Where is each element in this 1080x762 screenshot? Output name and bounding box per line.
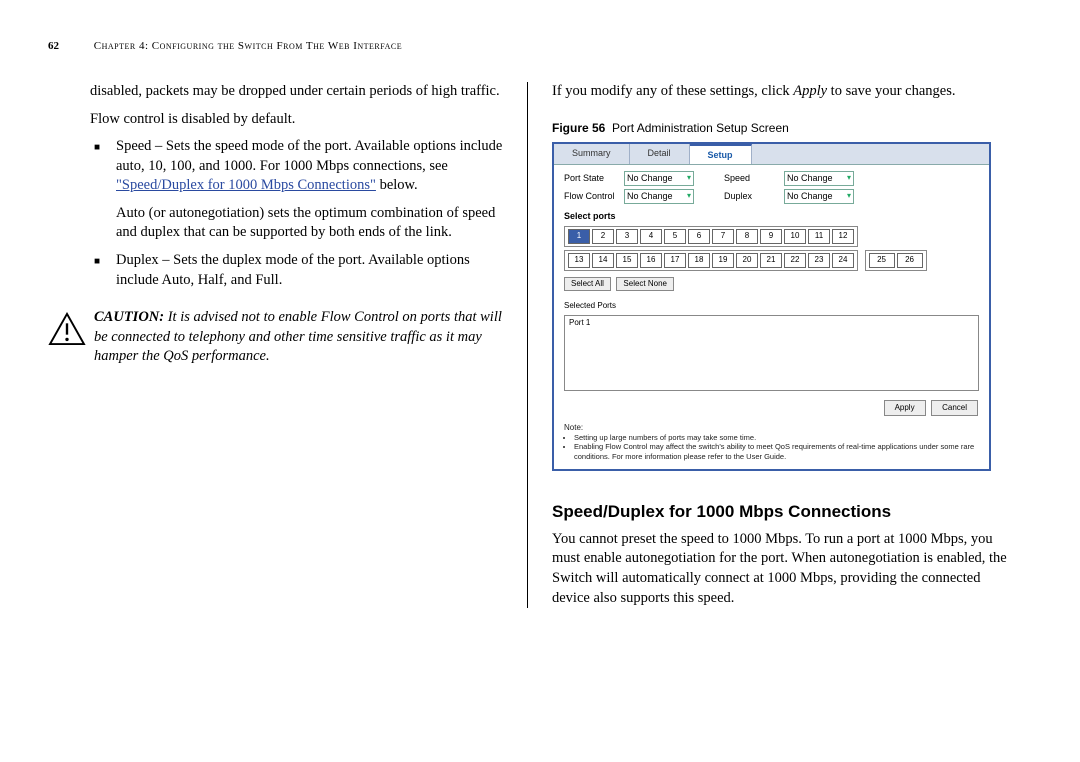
link-speed-duplex[interactable]: "Speed/Duplex for 1000 Mbps Connections" (116, 177, 376, 193)
port-group-top: 123456789101112 (564, 226, 858, 247)
chevron-down-icon: ▾ (847, 173, 851, 184)
body-text: below. (376, 177, 418, 193)
body-text: You cannot preset the speed to 1000 Mbps… (552, 530, 1007, 608)
port-25[interactable]: 25 (869, 253, 895, 268)
port-15[interactable]: 15 (616, 253, 638, 268)
figure-title: Port Administration Setup Screen (612, 121, 789, 135)
port-19[interactable]: 19 (712, 253, 734, 268)
select-value: No Change (627, 172, 673, 184)
speed-select[interactable]: No Change ▾ (784, 171, 854, 186)
port-7[interactable]: 7 (712, 229, 734, 244)
apply-button[interactable]: Apply (884, 400, 926, 416)
flow-control-label: Flow Control (564, 190, 624, 202)
port-state-select[interactable]: No Change ▾ (624, 171, 694, 186)
port-4[interactable]: 4 (640, 229, 662, 244)
duplex-select[interactable]: No Change ▾ (784, 189, 854, 204)
port-8[interactable]: 8 (736, 229, 758, 244)
left-column: disabled, packets may be dropped under c… (48, 82, 528, 608)
caution-label: CAUTION: (94, 309, 164, 325)
figure-label: Figure 56 (552, 121, 605, 135)
selected-ports-box: Port 1 (564, 315, 979, 391)
port-1[interactable]: 1 (568, 229, 590, 244)
chevron-down-icon: ▾ (687, 173, 691, 184)
port-23[interactable]: 23 (808, 253, 830, 268)
selected-port-value: Port 1 (569, 318, 590, 327)
body-text: to save your changes. (827, 83, 955, 99)
port-11[interactable]: 11 (808, 229, 830, 244)
port-14[interactable]: 14 (592, 253, 614, 268)
select-ports-label: Select ports (564, 210, 979, 222)
page-number: 62 (48, 40, 59, 52)
body-text: If you modify any of these settings, cli… (552, 83, 793, 99)
port-3[interactable]: 3 (616, 229, 638, 244)
right-column: If you modify any of these settings, cli… (528, 82, 1007, 608)
port-2[interactable]: 2 (592, 229, 614, 244)
chevron-down-icon: ▾ (687, 191, 691, 202)
port-24[interactable]: 24 (832, 253, 854, 268)
duplex-label: Duplex (724, 190, 784, 202)
flow-control-select[interactable]: No Change ▾ (624, 189, 694, 204)
port-grid: 123456789101112 131415161718192021222324… (564, 226, 979, 271)
section-heading: Speed/Duplex for 1000 Mbps Connections (552, 501, 1007, 524)
select-all-button[interactable]: Select All (564, 277, 611, 291)
port-group-extra: 2526 (865, 250, 927, 271)
tab-setup[interactable]: Setup (690, 144, 752, 164)
tab-detail[interactable]: Detail (630, 144, 690, 164)
port-admin-screenshot: Summary Detail Setup Port State No Chang… (552, 142, 991, 471)
select-none-button[interactable]: Select None (616, 277, 674, 291)
port-9[interactable]: 9 (760, 229, 782, 244)
note-label: Note: (564, 423, 583, 432)
page-header: 62 Chapter 4: Configuring the Switch Fro… (48, 40, 1032, 52)
body-text: disabled, packets may be dropped under c… (90, 82, 503, 102)
body-text: Speed – Sets the speed mode of the port.… (116, 138, 502, 174)
caution-block: CAUTION: It is advised not to enable Flo… (48, 308, 503, 367)
port-16[interactable]: 16 (640, 253, 662, 268)
port-10[interactable]: 10 (784, 229, 806, 244)
tab-summary[interactable]: Summary (554, 144, 630, 164)
body-text: Flow control is disabled by default. (90, 110, 503, 130)
select-value: No Change (787, 172, 833, 184)
body-text: Auto (or autonegotiation) sets the optim… (116, 204, 503, 243)
port-group-bottom: 131415161718192021222324 (564, 250, 858, 271)
port-21[interactable]: 21 (760, 253, 782, 268)
note-item: Setting up large numbers of ports may ta… (574, 433, 979, 442)
speed-label: Speed (724, 172, 784, 184)
warning-icon (48, 312, 86, 353)
cancel-button[interactable]: Cancel (931, 400, 978, 416)
port-state-label: Port State (564, 172, 624, 184)
select-value: No Change (787, 190, 833, 202)
emphasis-apply: Apply (793, 83, 827, 99)
bullet-speed: Speed – Sets the speed mode of the port.… (116, 137, 503, 196)
tabs: Summary Detail Setup (554, 144, 989, 165)
port-6[interactable]: 6 (688, 229, 710, 244)
port-17[interactable]: 17 (664, 253, 686, 268)
port-20[interactable]: 20 (736, 253, 758, 268)
port-13[interactable]: 13 (568, 253, 590, 268)
port-12[interactable]: 12 (832, 229, 854, 244)
chevron-down-icon: ▾ (847, 191, 851, 202)
chapter-title: Chapter 4: Configuring the Switch From T… (94, 40, 402, 52)
caution-text: CAUTION: It is advised not to enable Flo… (94, 308, 503, 367)
selected-ports-label: Selected Ports (564, 301, 979, 312)
port-22[interactable]: 22 (784, 253, 806, 268)
bullet-duplex: Duplex – Sets the duplex mode of the por… (116, 251, 503, 290)
select-value: No Change (627, 190, 673, 202)
port-18[interactable]: 18 (688, 253, 710, 268)
note-block: Note: Setting up large numbers of ports … (554, 419, 989, 469)
figure-caption: Figure 56 Port Administration Setup Scre… (552, 120, 1007, 136)
body-text: If you modify any of these settings, cli… (552, 82, 1007, 102)
port-5[interactable]: 5 (664, 229, 686, 244)
port-26[interactable]: 26 (897, 253, 923, 268)
note-item: Enabling Flow Control may affect the swi… (574, 442, 979, 461)
